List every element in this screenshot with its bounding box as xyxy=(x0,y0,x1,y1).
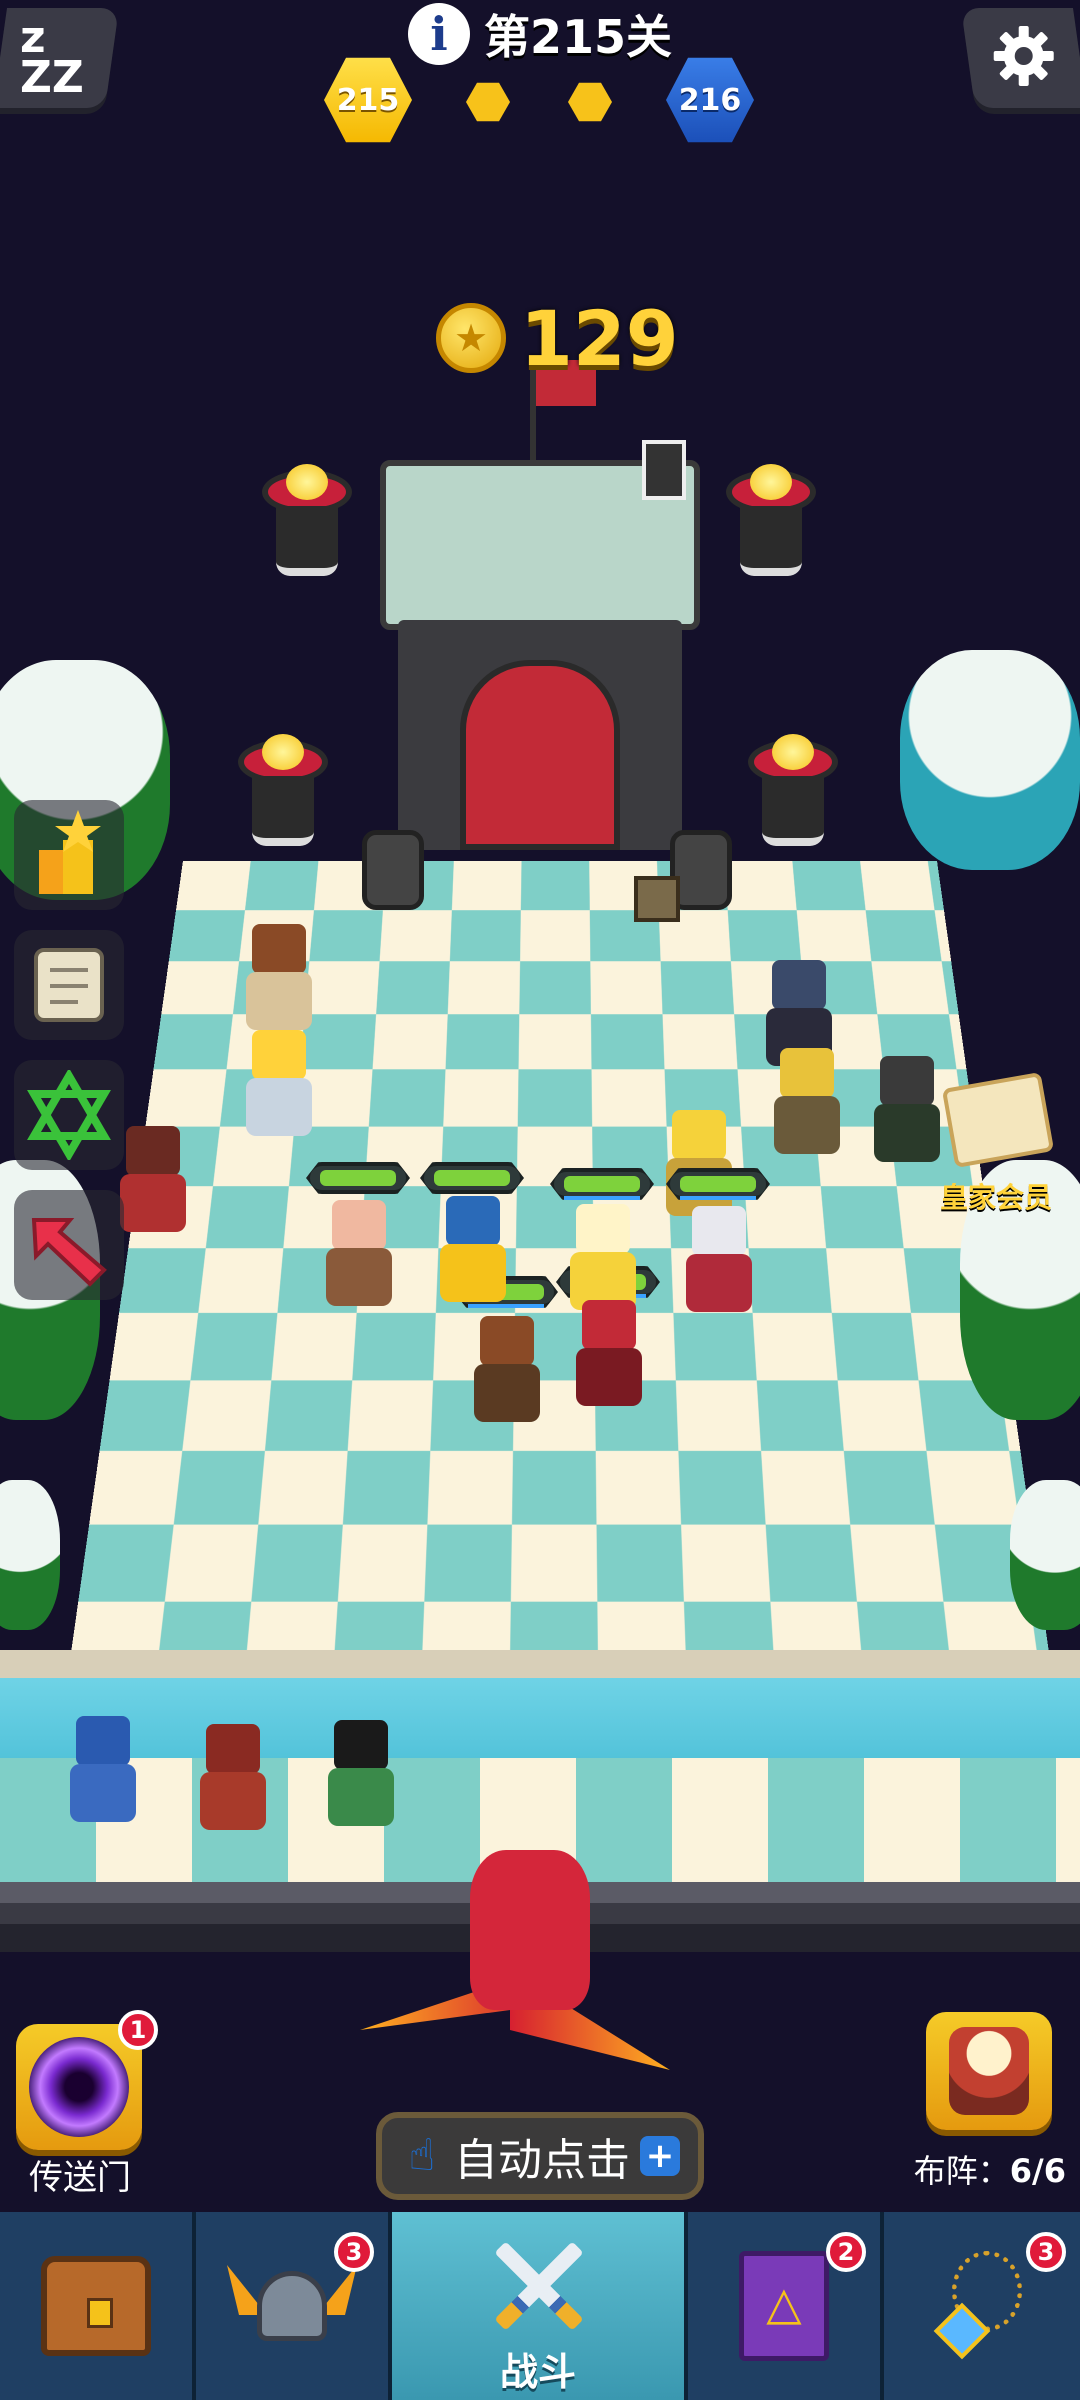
water-channel xyxy=(0,1678,1080,1758)
health-bar xyxy=(550,1168,654,1200)
book-icon xyxy=(739,2251,829,2361)
nav-spellbook[interactable]: 2 xyxy=(688,2212,884,2400)
coin-value: 129 xyxy=(520,293,679,383)
current-level-hex: 215 xyxy=(324,57,412,143)
settings-button[interactable] xyxy=(960,8,1080,108)
enemy-unit[interactable] xyxy=(864,1056,950,1166)
stage-marker xyxy=(466,82,510,122)
level-progress: 215 216 xyxy=(320,56,760,146)
brazier xyxy=(262,464,352,580)
settings-icon xyxy=(993,26,1054,86)
auto-click-button[interactable]: ☝ 自动点击 + xyxy=(376,2112,704,2200)
health-bar xyxy=(306,1162,410,1194)
health-bar xyxy=(420,1162,524,1194)
snowy-tree xyxy=(0,1480,60,1630)
hero-unit[interactable] xyxy=(676,1206,762,1316)
plus-icon[interactable]: + xyxy=(640,2136,680,2176)
bench-hero[interactable] xyxy=(190,1724,276,1834)
hero-unit[interactable] xyxy=(464,1316,550,1426)
bench-hero[interactable] xyxy=(60,1716,146,1826)
crate xyxy=(634,876,680,922)
nav-battle[interactable]: 战斗 xyxy=(392,2212,688,2400)
coin-icon: ★ xyxy=(436,303,506,373)
portal-icon xyxy=(29,2037,129,2137)
nav-battle-label: 战斗 xyxy=(499,2350,576,2394)
portal-badge: 1 xyxy=(118,2010,158,2050)
formation-count: 6/6 xyxy=(1009,2152,1066,2190)
enemy-unit[interactable] xyxy=(764,1048,850,1158)
enemy-unit[interactable] xyxy=(236,924,322,1034)
castle-chimney xyxy=(642,440,686,500)
castle-door xyxy=(460,660,620,850)
hand-icon: ☝ xyxy=(408,2130,436,2181)
nav-badge: 3 xyxy=(334,2232,374,2272)
nav-badge: 2 xyxy=(826,2232,866,2272)
nav-heroes[interactable]: 3 xyxy=(196,2212,392,2400)
scroll-icon[interactable] xyxy=(14,930,124,1040)
board-edge xyxy=(0,1650,1080,1678)
helmet-icon xyxy=(227,2261,357,2351)
hero-icon xyxy=(949,2027,1029,2115)
next-level-hex: 216 xyxy=(666,57,754,143)
formation-label-text: 布阵： xyxy=(913,2152,1010,2190)
hero-unit[interactable] xyxy=(560,1204,646,1314)
hero-unit[interactable] xyxy=(566,1300,652,1410)
snowy-tree xyxy=(1010,1480,1080,1630)
bench-hero[interactable] xyxy=(318,1720,404,1830)
barrel xyxy=(362,830,424,910)
health-bar xyxy=(666,1168,770,1200)
nav-artifacts[interactable]: 3 xyxy=(884,2212,1080,2400)
snowy-tree xyxy=(900,650,1080,870)
bottom-nav: 3 战斗 2 3 xyxy=(0,2212,1080,2400)
trophy-icon[interactable] xyxy=(14,800,124,910)
chest-icon xyxy=(41,2256,151,2356)
dragon-hero[interactable] xyxy=(360,1830,670,2090)
castle xyxy=(380,360,700,850)
portal-label: 传送门 xyxy=(29,2158,131,2198)
formation-label: 布阵：6/6 xyxy=(900,2146,1080,2192)
enemy-unit[interactable] xyxy=(656,1110,742,1220)
brazier xyxy=(748,734,838,850)
coin-counter: ★ 129 xyxy=(436,293,679,383)
nav-chest[interactable] xyxy=(0,2212,196,2400)
amulet-icon xyxy=(932,2251,1032,2361)
hero-unit[interactable] xyxy=(430,1196,516,1306)
brazier xyxy=(238,734,328,850)
swords-icon xyxy=(483,2231,593,2341)
stage-marker xyxy=(568,82,612,122)
formation-button[interactable] xyxy=(926,2012,1052,2130)
enemy-unit[interactable] xyxy=(236,1030,322,1140)
hexagram-icon[interactable] xyxy=(14,1060,124,1170)
royal-member-card[interactable] xyxy=(941,1071,1055,1169)
royal-member-label[interactable]: 皇家会员 xyxy=(940,1176,1052,1216)
auto-click-label: 自动点击 xyxy=(454,2135,630,2186)
brazier xyxy=(726,464,816,580)
nav-badge: 3 xyxy=(1026,2232,1066,2272)
hero-unit[interactable] xyxy=(316,1200,402,1310)
arrow-icon[interactable] xyxy=(14,1190,124,1300)
